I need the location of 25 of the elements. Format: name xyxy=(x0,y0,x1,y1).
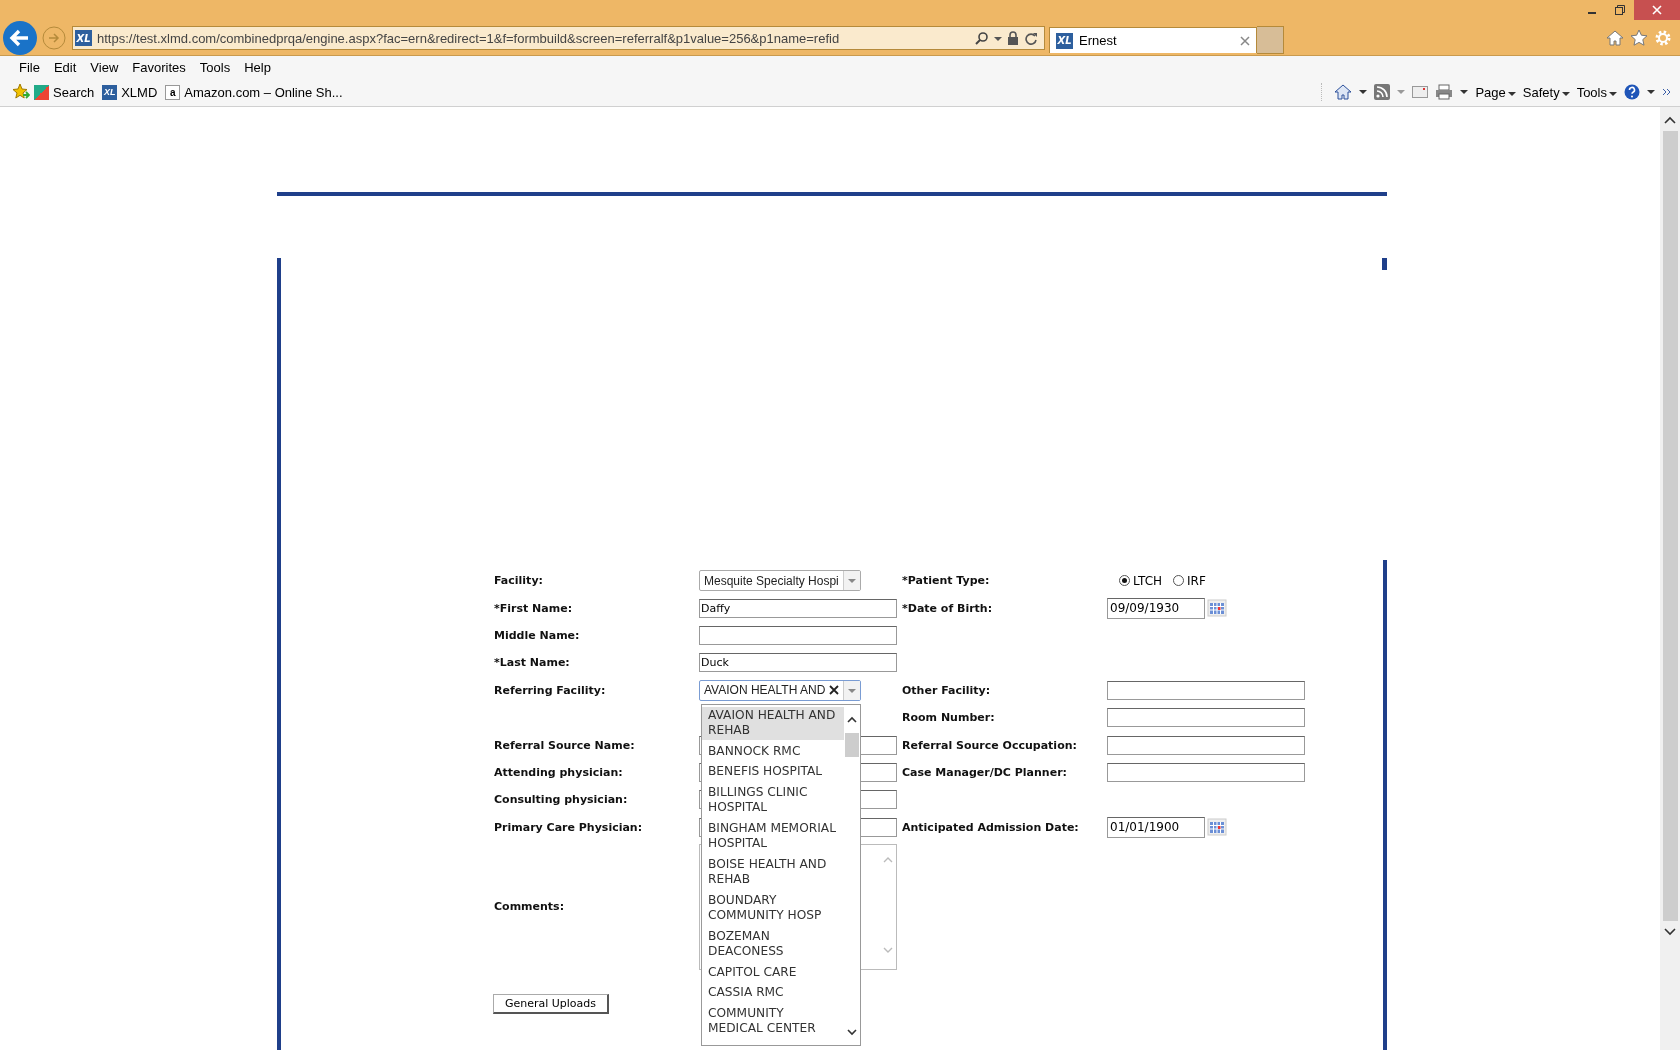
field-label: *Last Name: xyxy=(494,656,571,670)
favorite-site-icon: XL xyxy=(102,84,118,100)
field-label: Anticipated Admission Date: xyxy=(902,820,1080,834)
field-label: Comments: xyxy=(494,900,566,914)
field-label: Facility: xyxy=(494,574,544,588)
field-label: Referral Source Name: xyxy=(494,738,636,752)
favorite-site-icon: a xyxy=(165,84,181,100)
field-label: Case Manager/DC Planner: xyxy=(902,765,1068,779)
field-label: Other Facility: xyxy=(902,683,992,697)
field-label: Primary Care Physician: xyxy=(494,820,644,834)
site-icon: XL xyxy=(75,30,92,46)
field-label: *Patient Type: xyxy=(902,574,991,588)
field-label: Middle Name: xyxy=(494,628,581,642)
field-label: Referral Source Occupation: xyxy=(902,738,1078,752)
site-icon: XL xyxy=(1056,32,1073,49)
url-text: https://test.xlmd.com/combinedprqa/engine.aspx?fac=ern&redirect=1&f=formbuild&screen=referralf&p1value=256&p1name=refid xyxy=(97,30,841,46)
field-label: *First Name: xyxy=(494,601,574,615)
tab-title: Ernest xyxy=(1079,33,1118,48)
radio-label: IRF xyxy=(1187,573,1206,588)
radio-label: LTCH xyxy=(1133,573,1163,588)
field-label: Attending physician: xyxy=(494,765,624,779)
field-label: Consulting physician: xyxy=(494,793,629,807)
field-label: Referring Facility: xyxy=(494,683,607,697)
field-label: *Date of Birth: xyxy=(902,601,994,615)
field-label: Room Number: xyxy=(902,711,996,725)
